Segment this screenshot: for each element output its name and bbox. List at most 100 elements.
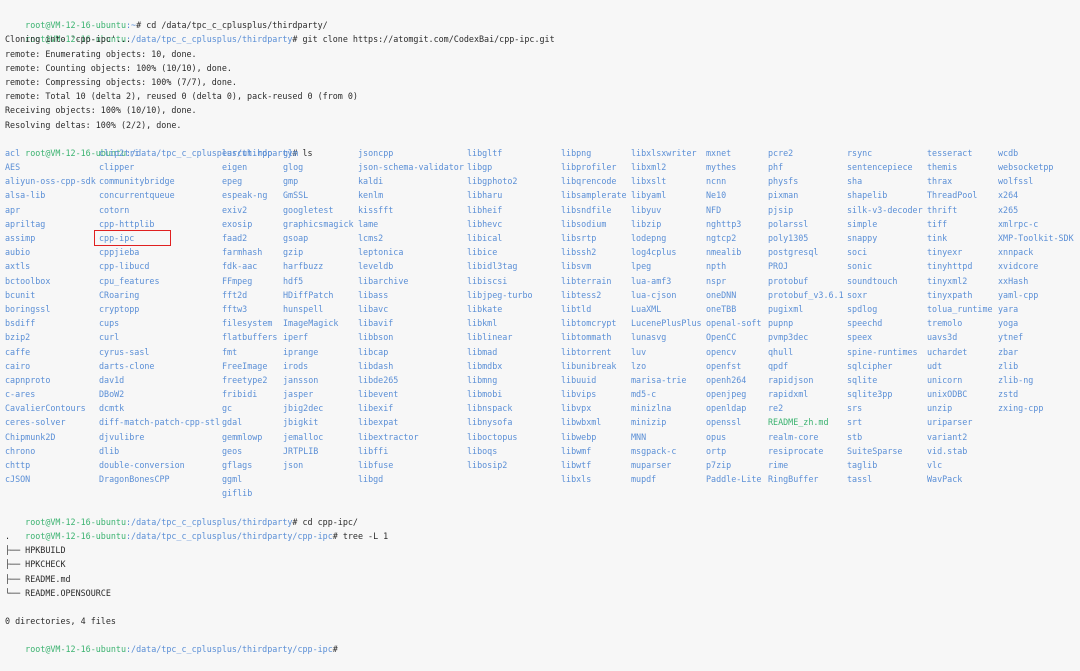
ls-entry: rapidjson (768, 374, 814, 385)
ls-entry: SuiteSparse (847, 445, 903, 456)
tree-root: . (5, 530, 11, 541)
ls-entry: libical (467, 233, 503, 243)
ls-entry: libkml (467, 318, 498, 329)
ls-entry: minizip (631, 417, 667, 428)
ls-entry: libjpeg-turbo (467, 289, 533, 300)
ls-entry: eigen (222, 162, 248, 173)
ls-entry: libvips (561, 389, 597, 400)
tree-entry: ├── HPKBUILD (5, 545, 66, 556)
ls-entry: libxlsxwriter (631, 147, 697, 158)
ls-entry: openfst (706, 360, 742, 371)
ls-entry: darts-clone (99, 360, 155, 371)
ls-entry: liboqs (467, 445, 498, 456)
ls-entry: x264 (998, 190, 1019, 201)
ls-row: apriltag cpp-httplib exosip graphicsmagick l… (5, 217, 1080, 231)
ls-entry: libosip2 (467, 460, 508, 470)
ls-entry: c-ares (5, 389, 36, 400)
ls-entry: nghttp3 (706, 218, 742, 229)
prompt-line[interactable]: root@VM-12-16-ubuntu:/data/tpc_c_cpluspl… (5, 628, 1080, 654)
ls-entry: mxnet (706, 147, 732, 158)
ls-entry: spine-runtimes (847, 346, 918, 357)
ls-entry: rapidxml (768, 389, 809, 400)
ls-entry: freetype2 (222, 374, 268, 385)
ls-entry: stb (847, 431, 863, 442)
ls-entry: NFD (706, 204, 722, 215)
ls-entry: libkate (467, 303, 503, 314)
ls-entry: libwebp (561, 431, 597, 442)
ls-row: capnproto dav1d freetype2 jansson libde265 li… (5, 373, 1080, 387)
ls-entry: libuuid (561, 374, 597, 385)
ls-entry: xvidcore (998, 261, 1039, 272)
ls-entry: pvmp3dec (768, 332, 809, 343)
ls-entry: RingBuffer (768, 474, 819, 485)
ls-entry: thrax (927, 176, 953, 187)
ls-entry: oneDNN (706, 289, 737, 300)
ls-entry: soxr (847, 289, 868, 300)
ls-entry: tesseract (927, 147, 973, 158)
ls-row: axtls cpp-libucd fdk-aac harfbuzz leveldb lib… (5, 259, 1080, 273)
ls-entry: gzip (283, 247, 304, 258)
ls-entry: gsoap (283, 233, 309, 243)
terminal-window[interactable]: root@VM-12-16-ubuntu:~# cd /data/tpc_c_c… (0, 0, 1080, 654)
ls-entry: zlib-ng (998, 374, 1034, 385)
ls-entry: openh264 (706, 374, 747, 385)
ls-entry: ngtcp2 (706, 233, 737, 243)
ls-entry: cairo (5, 360, 31, 371)
ls-entry: flatbuffers (222, 332, 278, 343)
ls-entry: mupdf (631, 474, 657, 485)
ls-entry: kaldi (358, 176, 384, 187)
ls-entry: libsamplerate (561, 190, 627, 201)
ls-entry: pixman (768, 190, 799, 201)
ls-entry: libffi (358, 445, 389, 456)
ls-entry: leptonica (358, 247, 404, 258)
output-line: remote: Compressing objects: 100% (7/7),… (5, 76, 237, 87)
ls-entry: gemmlowp (222, 431, 263, 442)
ls-entry: libzip (631, 218, 662, 229)
ls-entry: fftw3 (222, 303, 248, 314)
ls-entry: jasper (283, 389, 314, 400)
prompt-user: root@VM-12-16-ubuntu (25, 644, 127, 655)
ls-entry: jsoncpp (358, 147, 394, 158)
ls-entry: taglib (847, 460, 878, 470)
ls-entry: minizlna (631, 403, 672, 414)
ls-entry: realm-core (768, 431, 819, 442)
ls-entry: cyrus-sasl (99, 346, 150, 357)
ls-entry: wcdb (998, 147, 1019, 158)
ls-entry: faad2 (222, 233, 248, 243)
ls-entry: libexif (358, 403, 394, 414)
ls-entry: lua-amf3 (631, 275, 672, 286)
ls-entry: caffe (5, 346, 31, 357)
ls-entry: libterrain (561, 275, 612, 286)
ls-entry: clip2tri (99, 147, 140, 158)
ls-entry: re2 (768, 403, 784, 414)
ls-entry: uchardet (927, 346, 968, 357)
ls-entry: sentencepiece (847, 162, 913, 173)
ls-row: cairo darts-clone FreeImage irods libdash lib… (5, 359, 1080, 373)
ls-entry: gdal (222, 417, 243, 428)
ls-entry: cpu_features (99, 275, 160, 286)
output-line: Cloning into 'cpp-ipc'... (5, 34, 132, 45)
ls-entry: lcms2 (358, 233, 384, 243)
ls-entry: FFmpeg (222, 275, 253, 286)
ls-entry: npth (706, 261, 727, 272)
ls-entry: fft2d (222, 289, 248, 300)
ls-entry: jansson (283, 374, 319, 385)
ls-entry: simple (847, 218, 878, 229)
ls-entry: libmng (467, 374, 498, 385)
ls-entry: libtld (561, 303, 592, 314)
ls-entry: libmdbx (467, 360, 503, 371)
prompt-line: root@VM-12-16-ubuntu:/data/tpc_c_cpluspl… (5, 515, 1080, 541)
ls-entry: dcmtk (99, 403, 125, 414)
ls-entry: tinyxml2 (927, 275, 968, 286)
ls-entry: googletest (283, 204, 334, 215)
ls-entry: websocketpp (998, 162, 1054, 173)
ls-entry: libmad (467, 346, 498, 357)
ls-entry: liboctopus (467, 431, 518, 442)
ls-entry: LucenePlusPlus (631, 318, 702, 329)
ls-entry: libiscsi (467, 275, 508, 286)
ls-row: apr cotorn exiv2 googletest kissfft libheif li… (5, 203, 1080, 217)
ls-entry: tinyhttpd (927, 261, 973, 272)
ls-entry: harfbuzz (283, 261, 324, 272)
ls-entry: md5-c (631, 389, 657, 400)
ls-entry: libtomcrypt (561, 318, 617, 329)
